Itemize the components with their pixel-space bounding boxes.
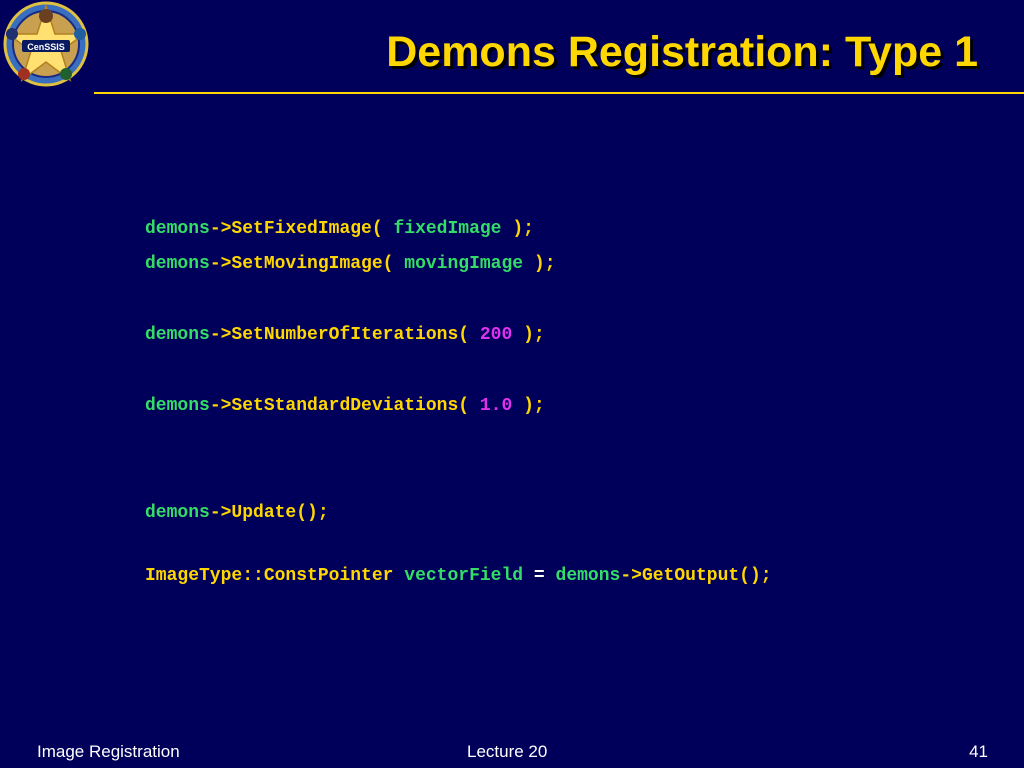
code-token: movingImage [404, 254, 524, 274]
code-token: ); [533, 254, 556, 274]
code-line-get-output: ImageType::ConstPointer vectorField = de… [145, 564, 772, 588]
censsis-logo: CenSSIS [0, 0, 100, 88]
code-token: GetOutput(); [641, 566, 772, 586]
code-token: SetMovingImage( [231, 254, 394, 274]
code-token: SetStandardDeviations( [231, 396, 470, 416]
code-token: -> [209, 254, 232, 274]
code-token: -> [209, 396, 232, 416]
code-token: ImageType::ConstPointer [145, 566, 394, 586]
slide-number: 41 [969, 742, 988, 761]
code-token: SetNumberOfIterations( [231, 325, 470, 345]
code-token: SetFixedImage( [231, 219, 383, 239]
code-token: demons [145, 254, 210, 274]
code-token: vectorField [404, 566, 524, 586]
code-token: ); [523, 325, 545, 345]
code-token: demons [555, 566, 621, 586]
code-token: -> [209, 219, 232, 239]
code-block: demons->SetFixedImage( fixedImage ); dem… [145, 0, 1015, 700]
code-token: = [533, 566, 545, 586]
code-line-set-standard-deviations: demons->SetStandardDeviations( 1.0 ); [145, 394, 545, 418]
code-line-set-moving-image: demons->SetMovingImage( movingImage ); [145, 252, 556, 276]
code-token: demons [145, 503, 210, 523]
code-token: Update(); [231, 503, 329, 523]
code-token: -> [620, 566, 642, 586]
code-token: demons [145, 325, 210, 345]
code-token: demons [145, 219, 210, 239]
code-token: -> [209, 503, 232, 523]
code-token: demons [145, 396, 210, 416]
logo-text: CenSSIS [27, 42, 65, 52]
code-token: -> [209, 325, 232, 345]
footer-course-title: Image Registration [37, 742, 180, 761]
code-token: ); [512, 219, 534, 239]
code-line-set-number-of-iterations: demons->SetNumberOfIterations( 200 ); [145, 323, 545, 347]
code-line-update: demons->Update(); [145, 501, 329, 525]
code-token: ); [523, 396, 545, 416]
code-token: 1.0 [479, 396, 513, 416]
code-token: fixedImage [393, 219, 502, 239]
code-line-set-fixed-image: demons->SetFixedImage( fixedImage ); [145, 217, 534, 241]
footer-lecture-label: Lecture 20 [467, 742, 548, 761]
code-token: 200 [479, 325, 513, 345]
